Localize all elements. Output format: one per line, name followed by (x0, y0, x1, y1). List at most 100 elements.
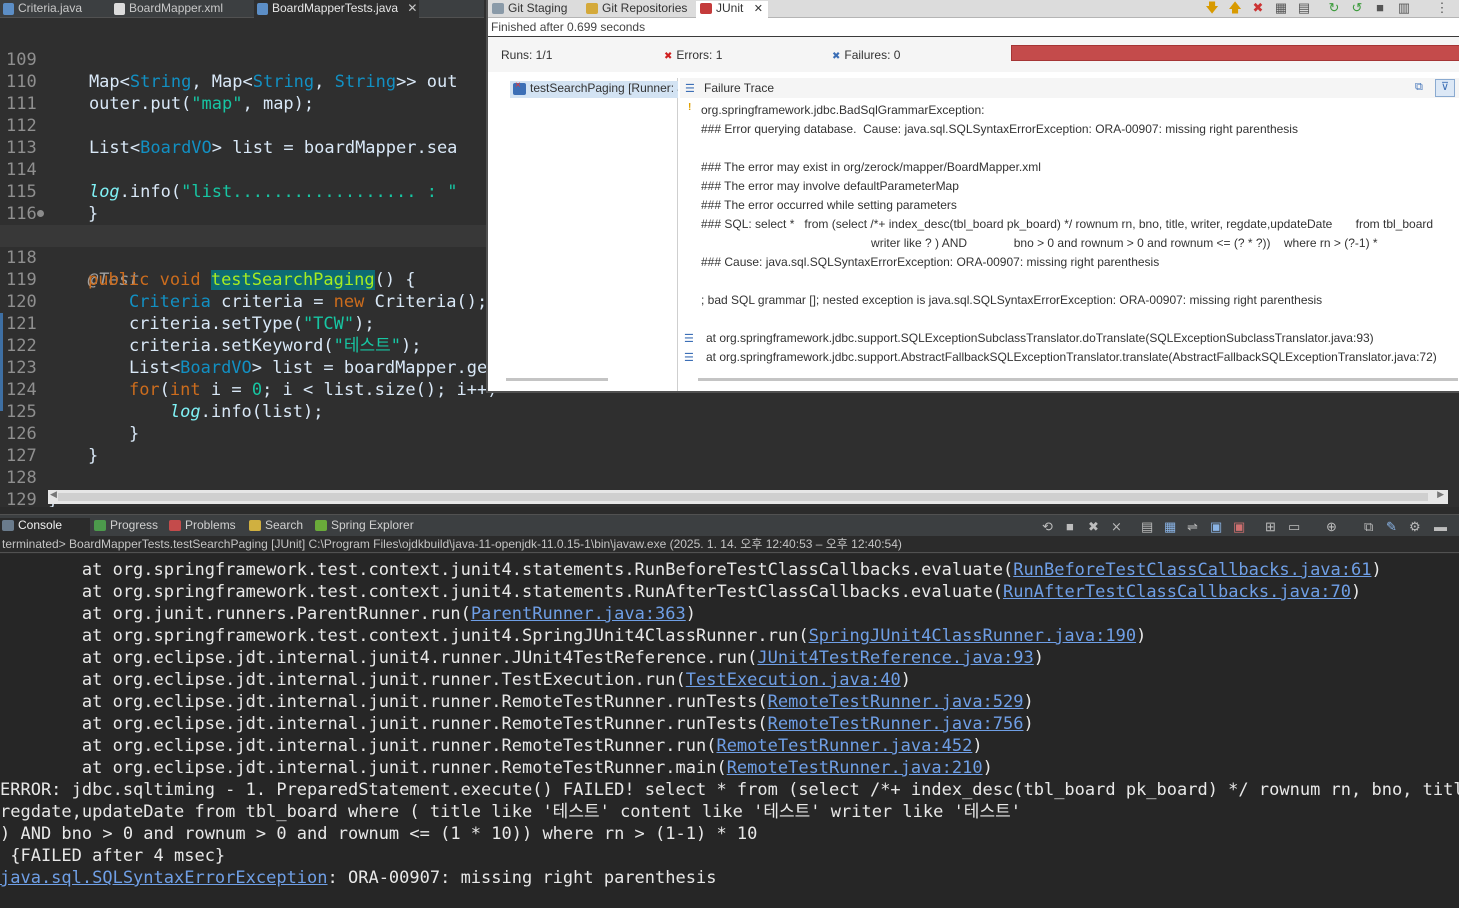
code-line: 128 } (6, 468, 58, 507)
tab-search[interactable]: Search (247, 518, 303, 536)
scroll-lock-icon[interactable]: ▦ (1164, 519, 1176, 535)
test-tree[interactable]: testSearchPaging [Runner: JUnit 4] (488, 78, 678, 391)
tab-label: Criteria.java (18, 1, 83, 15)
console-line: at org.eclipse.jdt.internal.junit.runner… (0, 758, 993, 778)
failure-trace-panel[interactable]: ☰ Failure Trace ⧉ ⊽ ! org.springframewor… (680, 78, 1459, 391)
failures-counter: ✖ Failures: 0 (832, 48, 901, 62)
progress-icon (94, 520, 106, 531)
stack-link[interactable]: RemoteTestRunner.java:452 (716, 736, 972, 756)
junit-icon (700, 3, 712, 14)
tab-label: BoardMapperTests.java (272, 1, 399, 15)
console-line: at org.springframework.test.context.juni… (0, 626, 1147, 646)
word-wrap-icon[interactable]: ⇌ (1187, 519, 1198, 535)
tab-console[interactable]: Console (0, 518, 90, 536)
rerun-failed-first-icon[interactable]: ↺ (1349, 0, 1365, 16)
stack-link[interactable]: RemoteTestRunner.java:756 (768, 714, 1024, 734)
console-line: ERROR: jdbc.sqltiming - 1. PreparedState… (0, 780, 1459, 800)
close-tab-icon[interactable]: ✕ (407, 1, 417, 15)
exception-link[interactable]: java.sql.SQLSyntaxErrorException (0, 868, 328, 888)
stack-link[interactable]: JUnit4TestReference.java:93 (757, 648, 1033, 668)
override-marker-icon[interactable] (37, 210, 44, 217)
trace-line: org.springframework.jdbc.BadSqlGrammarEx… (701, 103, 988, 117)
trace-scrollbar[interactable] (698, 378, 1458, 381)
display-selected-console-icon[interactable]: ▭ (1288, 519, 1300, 535)
console-output[interactable]: at org.springframework.test.context.juni… (0, 554, 1459, 908)
trace-line: ### Error querying database. Cause: java… (701, 122, 1298, 136)
close-tab-icon[interactable]: ✕ (754, 3, 763, 15)
stack-link[interactable]: RemoteTestRunner.java:529 (768, 692, 1024, 712)
scroll-right-icon[interactable]: ▶ (1437, 490, 1444, 500)
problems-icon (169, 520, 181, 531)
console-line: regdate,updateDate from tbl_board where … (0, 802, 1021, 822)
errors-counter: ✖ Errors: 1 (664, 48, 723, 62)
test-progress-bar (1011, 45, 1459, 61)
git-staging-icon (492, 3, 504, 14)
test-history-icon[interactable]: ▤ (1296, 0, 1312, 16)
stack-link[interactable]: RemoteTestRunner.java:210 (727, 758, 983, 778)
rerun-test-icon[interactable]: ↻ (1326, 0, 1342, 16)
console-line: at org.eclipse.jdt.internal.junit.runner… (0, 670, 911, 690)
java-file-icon (3, 3, 14, 15)
tab-criteria-java[interactable]: Criteria.java (0, 0, 111, 18)
console-line: at org.junit.runners.ParentRunner.run(Pa… (0, 604, 696, 624)
editor-horizontal-scrollbar[interactable]: ◀ ▶ (48, 490, 1448, 504)
scroll-lock-icon[interactable]: ▦ (1273, 0, 1289, 16)
tab-boardmappertests-java[interactable]: BoardMapperTests.java ✕ (254, 0, 419, 18)
trace-line: ### The error occurred while setting par… (701, 198, 957, 212)
tab-progress[interactable]: Progress (92, 518, 158, 536)
scroll-left-icon[interactable]: ◀ (50, 490, 57, 500)
console-line: at org.eclipse.jdt.internal.junit.runner… (0, 736, 983, 756)
test-tree-item[interactable]: testSearchPaging [Runner: JUnit 4] (510, 81, 678, 98)
tab-problems[interactable]: Problems (167, 518, 236, 536)
stack-frame[interactable]: at org.springframework.jdbc.support.Abst… (706, 350, 1437, 364)
show-failures-only-icon[interactable]: ✖ (1250, 0, 1266, 16)
tab-boardmapper-xml[interactable]: BoardMapper.xml (111, 0, 251, 18)
xml-file-icon (114, 3, 125, 15)
scrollbar-thumb[interactable] (58, 493, 1428, 501)
stack-frame-icon: ☰ (684, 333, 694, 345)
console-icon (2, 520, 14, 531)
compare-result-icon[interactable]: ⧉ (1415, 81, 1423, 94)
stack-link[interactable]: SpringJUnit4ClassRunner.java:190 (809, 626, 1137, 646)
stack-link[interactable]: ParentRunner.java:363 (471, 604, 686, 624)
tab-git-repositories[interactable]: Git Repositories (582, 1, 694, 18)
console-tab-bar: Console Progress Problems Search Spring … (0, 514, 1459, 536)
show-on-stdout-icon[interactable]: ▣ (1210, 519, 1222, 535)
stack-link[interactable]: RunBeforeTestClassCallbacks.java:61 (1013, 560, 1371, 580)
stack-frame[interactable]: at org.springframework.jdbc.support.SQLE… (706, 331, 1374, 345)
pin-console-icon[interactable]: ⊞ (1265, 519, 1276, 535)
trace-line: ### SQL: select * from (select /*+ index… (701, 217, 1434, 231)
filter-stack-trace-icon[interactable]: ⊽ (1435, 79, 1455, 97)
console-highlight-icon[interactable]: ✎ (1386, 519, 1397, 535)
stack-link[interactable]: RunAfterTestClassCallbacks.java:70 (1003, 582, 1351, 602)
remove-all-terminated-icon[interactable]: ⨯ (1111, 519, 1122, 535)
next-failure-icon[interactable]: 🡇 (1204, 0, 1220, 16)
previous-failure-icon[interactable]: 🡅 (1227, 0, 1243, 16)
rerun-icon[interactable]: ⟲ (1042, 519, 1053, 535)
view-menu-icon[interactable]: ⋮ (1434, 0, 1450, 16)
remove-launch-icon[interactable]: ✖ (1088, 519, 1099, 535)
stack-trace-icon: ☰ (685, 83, 695, 95)
tab-junit[interactable]: JUnit ✕ (696, 1, 768, 18)
open-console-icon[interactable]: ⊕ (1326, 519, 1337, 535)
junit-tab-bar: Git Staging Git Repositories JUnit ✕ 🡇 🡅… (488, 0, 1459, 18)
tab-spring-explorer[interactable]: Spring Explorer (313, 518, 414, 536)
history-dropdown-icon[interactable]: ▥ (1396, 0, 1412, 16)
terminate-icon[interactable]: ■ (1066, 519, 1074, 534)
code-line: 127 (6, 446, 37, 466)
trace-line: writer like ? ) AND bno > 0 and rownum >… (701, 236, 1378, 250)
code-area[interactable]: 109 Map<String, Map<String, String>> out… (0, 18, 1459, 507)
trace-line: ### The error may exist in org/zerock/ma… (701, 160, 1041, 174)
test-tree-scrollbar[interactable] (506, 378, 608, 381)
show-on-stderr-icon[interactable]: ▣ (1233, 519, 1245, 535)
copy-icon[interactable]: ⧉ (1364, 519, 1373, 535)
console-line: at org.springframework.test.context.juni… (0, 582, 1362, 602)
stop-test-icon[interactable]: ■ (1372, 0, 1388, 16)
minimize-icon[interactable]: ▬ (1434, 519, 1447, 534)
console-line: at org.eclipse.jdt.internal.junit4.runne… (0, 648, 1044, 668)
tab-git-staging[interactable]: Git Staging (488, 1, 580, 18)
stack-link[interactable]: TestExecution.java:40 (686, 670, 901, 690)
git-repositories-icon (586, 3, 598, 14)
settings-gear-icon[interactable]: ⚙ (1409, 519, 1421, 535)
clear-console-icon[interactable]: ▤ (1141, 519, 1153, 535)
